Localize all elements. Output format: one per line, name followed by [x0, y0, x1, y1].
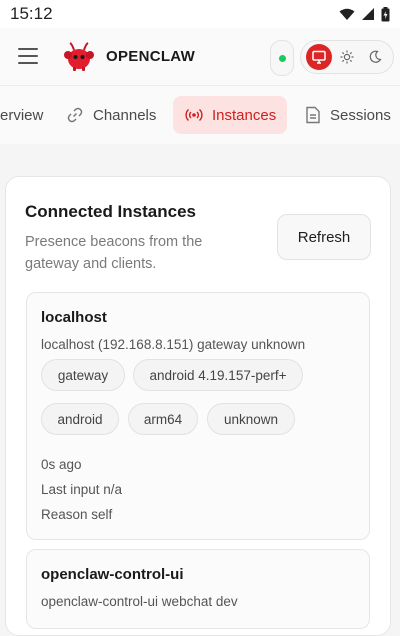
menu-button[interactable]	[18, 48, 38, 64]
theme-dark-button[interactable]	[362, 44, 388, 70]
tab-label: Instances	[212, 106, 277, 124]
app-header: OPENCLAW	[0, 28, 400, 86]
instance-item: localhost localhost (192.168.8.151) gate…	[26, 292, 370, 540]
last-input: Last input n/a	[41, 482, 123, 497]
instance-item: openclaw-control-ui openclaw-control-ui …	[26, 549, 370, 629]
link-icon	[67, 107, 83, 123]
tab-instances[interactable]: Instances	[173, 96, 288, 134]
instance-tag: unknown	[207, 403, 295, 435]
theme-light-button[interactable]	[334, 44, 360, 70]
theme-switcher	[300, 40, 394, 74]
tab-label: Channels	[93, 106, 157, 124]
status-time: 15:12	[10, 4, 53, 23]
sun-icon	[340, 50, 354, 64]
instance-tag: android	[41, 403, 119, 435]
tab-label: Sessions	[330, 106, 391, 124]
menu-icon	[18, 48, 38, 50]
instance-tag: gateway	[41, 359, 125, 391]
connection-status	[270, 40, 294, 76]
nav-tabs: erview Channels Instances Sessions	[0, 86, 400, 145]
refresh-button[interactable]: Refresh	[277, 214, 371, 260]
status-icons	[339, 6, 390, 22]
section-title: Connected Instances	[25, 202, 196, 221]
openclaw-logo-icon	[64, 42, 94, 71]
theme-system-button[interactable]	[306, 44, 332, 70]
instance-name: localhost	[41, 309, 107, 326]
document-icon	[306, 106, 320, 124]
instance-name: openclaw-control-ui	[41, 566, 184, 583]
monitor-icon	[312, 50, 326, 64]
cell-signal-icon	[362, 7, 374, 20]
tab-sessions[interactable]: Sessions	[305, 96, 391, 134]
status-bar: 15:12	[0, 0, 400, 28]
tab-label: erview	[0, 106, 44, 124]
instances-card: Connected Instances Presence beacons fro…	[5, 176, 391, 636]
instance-description: openclaw-control-ui webchat dev	[41, 594, 238, 609]
battery-icon	[381, 6, 390, 21]
section-subtitle: Presence beacons from the gateway and cl…	[25, 234, 203, 272]
instance-tag: arm64	[128, 403, 198, 435]
last-seen: 0s ago	[41, 457, 82, 472]
brand-name: OPENCLAW	[106, 48, 196, 65]
online-indicator	[278, 54, 286, 62]
wifi-icon	[339, 8, 355, 20]
reason: Reason self	[41, 507, 113, 522]
tab-overview[interactable]: erview	[0, 96, 47, 134]
tab-channels[interactable]: Channels	[62, 96, 166, 134]
main-content: Connected Instances Presence beacons fro…	[0, 144, 400, 636]
moon-icon	[369, 50, 382, 63]
instance-tag: android 4.19.157-perf+	[133, 359, 303, 391]
instance-description: localhost (192.168.8.151) gateway unknow…	[41, 337, 306, 352]
broadcast-icon	[185, 108, 203, 122]
